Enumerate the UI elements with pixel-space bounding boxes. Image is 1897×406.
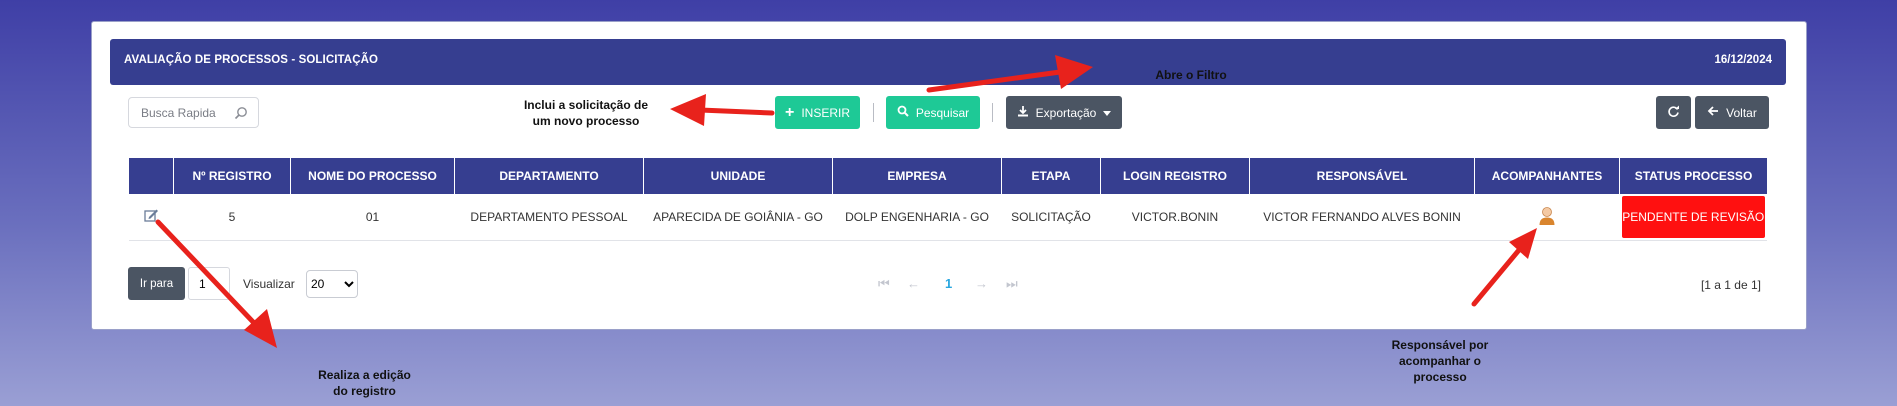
column-header-actions [129, 158, 174, 194]
column-header-departamento[interactable]: DEPARTAMENTO [454, 158, 644, 194]
toolbar-divider [992, 103, 993, 122]
back-button[interactable]: Voltar [1695, 96, 1769, 129]
caret-down-icon [1103, 106, 1112, 120]
filter-annotation: Abre o Filtro [1155, 68, 1227, 82]
page-title: AVALIAÇÃO DE PROCESSOS - SOLICITAÇÃO [124, 54, 379, 66]
export-button-label: Exportação [1035, 105, 1097, 120]
cell-unidade: APARECIDA DE GOIÂNIA - GO [643, 194, 833, 241]
current-page[interactable]: 1 [945, 276, 952, 291]
row-actions-cell [129, 194, 174, 241]
back-button-label: Voltar [1726, 105, 1757, 120]
prev-page-icon[interactable]: ← [907, 276, 920, 291]
cell-registro: 5 [173, 194, 291, 241]
user-icon[interactable] [1538, 206, 1556, 229]
header-date: 16/12/2024 [1714, 54, 1772, 66]
goto-page-input[interactable] [188, 267, 230, 300]
refresh-icon [1667, 105, 1680, 121]
cell-responsavel: VICTOR FERNANDO ALVES BONIN [1249, 194, 1475, 241]
goto-button[interactable]: Ir para [128, 267, 185, 300]
export-button[interactable]: Exportação [1006, 96, 1122, 129]
download-icon [1017, 105, 1029, 120]
page-header: AVALIAÇÃO DE PROCESSOS - SOLICITAÇÃO 16/… [110, 39, 1786, 85]
edit-icon[interactable] [144, 209, 159, 226]
search-button[interactable]: Pesquisar [886, 96, 980, 129]
search-icon[interactable] [234, 106, 248, 125]
column-header-login[interactable]: LOGIN REGISTRO [1100, 158, 1250, 194]
cell-departamento: DEPARTAMENTO PESSOAL [454, 194, 644, 241]
search-button-label: Pesquisar [915, 105, 970, 120]
page-size-label: Visualizar [243, 277, 295, 291]
plus-icon: + [784, 103, 795, 121]
cell-login: VICTOR.BONIN [1100, 194, 1250, 241]
insert-button-label: INSERIR [801, 105, 851, 120]
column-header-acompanhantes[interactable]: ACOMPANHANTES [1474, 158, 1620, 194]
column-header-unidade[interactable]: UNIDADE [643, 158, 833, 194]
last-page-icon[interactable]: ⏭ [1006, 276, 1018, 292]
process-table: Nº REGISTRO NOME DO PROCESSO DEPARTAMENT… [129, 158, 1767, 241]
first-page-icon[interactable]: ⏮ [878, 276, 890, 292]
column-header-registro[interactable]: Nº REGISTRO [173, 158, 291, 194]
toolbar-divider [873, 103, 874, 122]
quick-search[interactable] [128, 97, 259, 128]
record-count: [1 a 1 de 1] [1700, 278, 1761, 292]
cell-acompanhantes [1474, 194, 1620, 241]
insert-annotation: Inclui a solicitação de um novo processo [523, 98, 649, 128]
column-header-empresa[interactable]: EMPRESA [832, 158, 1002, 194]
next-page-icon[interactable]: → [975, 276, 988, 291]
cell-nome: 01 [290, 194, 455, 241]
column-header-nome[interactable]: NOME DO PROCESSO [290, 158, 455, 194]
magnifier-icon [897, 105, 909, 120]
column-header-responsavel[interactable]: RESPONSÁVEL [1249, 158, 1475, 194]
cell-status: PENDENTE DE REVISÃO [1619, 194, 1767, 241]
edit-annotation: Realiza a edição do registro [318, 368, 411, 398]
quick-search-input[interactable] [139, 105, 233, 121]
insert-button[interactable]: + INSERIR [775, 96, 860, 129]
page-size-select[interactable]: 20 [306, 270, 358, 298]
column-header-etapa[interactable]: ETAPA [1001, 158, 1101, 194]
refresh-button[interactable] [1656, 96, 1691, 129]
table-header-row: Nº REGISTRO NOME DO PROCESSO DEPARTAMENT… [129, 158, 1767, 194]
column-header-status[interactable]: STATUS PROCESSO [1619, 158, 1767, 194]
arrow-left-icon [1707, 105, 1719, 120]
status-badge: PENDENTE DE REVISÃO [1621, 196, 1765, 238]
cell-etapa: SOLICITAÇÃO [1001, 194, 1101, 241]
companion-annotation: Responsável por acompanhar o processo [1391, 338, 1489, 384]
cell-empresa: DOLP ENGENHARIA - GO [832, 194, 1002, 241]
table-row: 5 01 DEPARTAMENTO PESSOAL APARECIDA DE G… [129, 194, 1767, 241]
